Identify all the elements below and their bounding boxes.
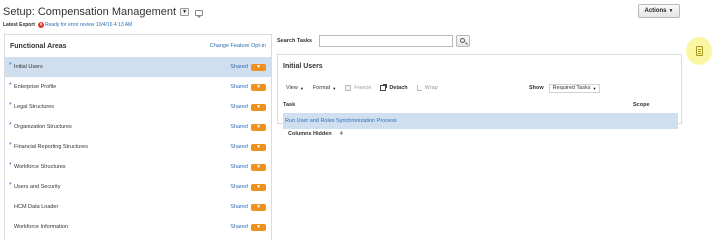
page-title: Setup: Compensation Management	[3, 6, 177, 18]
area-menu-button[interactable]: ▼	[251, 83, 266, 91]
format-label: Format	[312, 85, 331, 91]
task-toolbar: View ▼ Format ▼ Freeze Detach Wrap Show Re…	[286, 83, 678, 93]
functional-areas-title: Functional Areas	[10, 42, 67, 50]
functional-area-label: Enterprise Profile	[14, 84, 56, 90]
shared-status: Shared	[230, 164, 248, 170]
functional-area-label: Organization Structures	[14, 124, 72, 130]
actions-label: Actions	[644, 8, 667, 14]
functional-area-item[interactable]: Users and Security Shared▼	[5, 177, 271, 197]
shared-status: Shared	[230, 224, 248, 230]
functional-areas-list: Initial Users Shared▼ Enterprise Profile…	[5, 57, 271, 237]
search-tasks: Search Tasks	[277, 35, 470, 47]
search-tasks-input[interactable]	[319, 35, 453, 47]
view-label: View	[286, 85, 298, 91]
columns-hidden-label: Columns Hidden	[288, 131, 332, 137]
area-menu-button[interactable]: ▼	[251, 143, 266, 151]
column-header-task[interactable]: Task	[283, 102, 295, 108]
freeze-button[interactable]: Freeze	[345, 85, 371, 91]
area-menu-button[interactable]: ▼	[251, 223, 266, 231]
shared-status: Shared	[230, 84, 248, 90]
functional-area-label: Workforce Information	[14, 224, 69, 230]
notes-icon[interactable]	[686, 37, 712, 65]
search-button[interactable]	[456, 35, 470, 47]
show-select[interactable]: Required Tasks ▼	[548, 83, 601, 93]
functional-area-item[interactable]: HCM Data Loader Shared ▼	[5, 197, 271, 217]
area-menu-button[interactable]: ▼	[251, 203, 266, 211]
area-menu-button[interactable]: ▼	[251, 63, 266, 71]
area-menu-button[interactable]: ▼	[251, 163, 266, 171]
shared-status: Shared	[230, 184, 248, 190]
shared-status: Shared	[230, 124, 248, 130]
functional-area-item[interactable]: Workforce Structures Shared▼	[5, 157, 271, 177]
task-panel-title: Initial Users	[283, 63, 323, 70]
functional-area-label: HCM Data Loader	[14, 204, 59, 210]
search-tasks-label: Search Tasks	[277, 38, 313, 44]
error-status-icon: ×	[37, 22, 44, 28]
area-menu-button[interactable]: ▼	[251, 183, 266, 191]
show-label: Show	[529, 85, 544, 91]
freeze-label: Freeze	[354, 85, 372, 91]
shared-status: Shared	[230, 64, 248, 70]
wrap-label: Wrap	[424, 85, 438, 91]
chevron-down-icon: ▼	[668, 8, 674, 14]
functional-area-item[interactable]: Financial Reporting Structures Shared▼	[5, 137, 271, 157]
latest-export: Latest Export × Ready for error review 1…	[3, 21, 132, 29]
functional-area-item[interactable]: Initial Users Shared▼	[5, 57, 271, 77]
latest-export-label: Latest Export	[3, 22, 35, 28]
functional-areas-panel: Functional Areas Change Feature Opt-in I…	[4, 34, 272, 240]
actions-button[interactable]: Actions ▼	[638, 4, 680, 18]
functional-area-label: Legal Structures	[14, 104, 54, 110]
show-select-value: Required Tasks	[552, 85, 591, 91]
functional-area-label: Initial Users	[14, 64, 43, 70]
shared-status: Shared	[230, 204, 248, 210]
detach-icon	[380, 84, 388, 91]
columns-hidden: Columns Hidden 4	[288, 131, 343, 137]
wrap-icon	[416, 85, 422, 91]
page-header: Setup: Compensation Management ▼	[3, 5, 204, 19]
shared-status: Shared	[230, 104, 248, 110]
table-row[interactable]: Run User and Roles Synchronization Proce…	[283, 113, 678, 129]
functional-area-item[interactable]: Legal Structures Shared▼	[5, 97, 271, 117]
functional-area-item[interactable]: Workforce Information Shared ▼	[5, 217, 271, 237]
functional-area-label: Users and Security	[14, 184, 60, 190]
task-table-header: Task Scope	[283, 100, 678, 110]
functional-area-label: Workforce Structures	[14, 164, 66, 170]
column-header-scope[interactable]: Scope	[633, 102, 650, 108]
functional-area-item[interactable]: Enterprise Profile Shared▼	[5, 77, 271, 97]
columns-hidden-count[interactable]: 4	[340, 131, 343, 137]
area-menu-button[interactable]: ▼	[251, 123, 266, 131]
search-icon	[459, 37, 465, 43]
chevron-down-icon: ▼	[592, 85, 597, 91]
chevron-down-icon: ▼	[299, 85, 304, 91]
note-sheet-icon	[695, 46, 703, 56]
title-dropdown-button[interactable]: ▼	[180, 8, 190, 16]
detach-label: Detach	[389, 85, 408, 91]
format-menu[interactable]: Format ▼	[313, 85, 336, 91]
comment-icon[interactable]	[195, 10, 204, 18]
functional-area-label: Financial Reporting Structures	[14, 144, 88, 150]
wrap-button[interactable]: Wrap	[416, 85, 438, 91]
area-menu-button[interactable]: ▼	[251, 103, 266, 111]
shared-status: Shared	[230, 144, 248, 150]
functional-areas-header: Functional Areas Change Feature Opt-in	[5, 35, 271, 57]
functional-area-item[interactable]: Organization Structures Shared▼	[5, 117, 271, 137]
task-panel: Initial Users View ▼ Format ▼ Freeze Detac…	[277, 54, 682, 129]
freeze-icon	[345, 85, 352, 91]
change-feature-opt-in-link[interactable]: Change Feature Opt-in	[210, 43, 266, 49]
view-menu[interactable]: View ▼	[286, 85, 304, 91]
export-status-link[interactable]: Ready for error review 10/4/16 4:13 AM	[45, 22, 132, 28]
show-filter: Show Required Tasks ▼	[529, 83, 601, 93]
task-link[interactable]: Run User and Roles Synchronization Proce…	[285, 118, 397, 124]
chevron-down-icon: ▼	[182, 9, 188, 15]
chevron-down-icon: ▼	[332, 85, 337, 91]
detach-button[interactable]: Detach	[380, 84, 408, 91]
